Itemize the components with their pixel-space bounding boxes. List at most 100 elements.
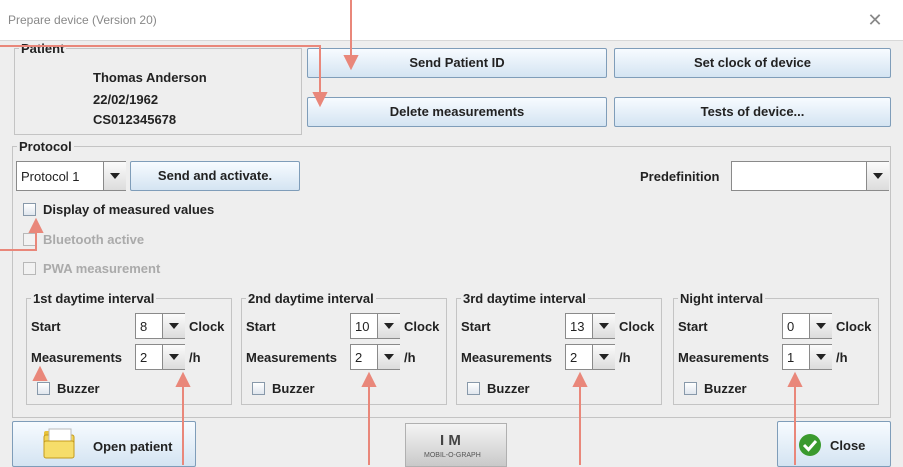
interval-start-value: 13 bbox=[570, 319, 585, 334]
chevron-down-icon bbox=[599, 354, 609, 360]
interval-measurements-select[interactable]: 2 bbox=[350, 344, 400, 370]
tests-of-device-button[interactable]: Tests of device... bbox=[614, 97, 891, 127]
interval-unit-label: /h bbox=[404, 350, 416, 365]
interval-measurements-value: 2 bbox=[140, 350, 148, 365]
chevron-down-icon bbox=[599, 323, 609, 329]
close-icon: ✕ bbox=[867, 10, 883, 30]
interval-clock-label: Clock bbox=[836, 319, 872, 334]
interval-buzzer-label: Buzzer bbox=[272, 381, 315, 396]
interval-title: 1st daytime interval bbox=[31, 291, 157, 306]
interval-measurements-label: Measurements bbox=[678, 350, 770, 365]
interval-unit-label: /h bbox=[836, 350, 848, 365]
interval-measurements-dropdown[interactable] bbox=[809, 345, 832, 369]
interval-group: 2nd daytime interval Start 10 Clock Meas… bbox=[241, 291, 447, 405]
logo-text: I M bbox=[440, 432, 461, 449]
checkmark-icon bbox=[798, 433, 822, 457]
interval-start-label: Start bbox=[246, 319, 276, 334]
patient-id: CS012345678 bbox=[93, 112, 177, 127]
bluetooth-label: Bluetooth active bbox=[43, 232, 145, 247]
close-label: Close bbox=[830, 438, 866, 453]
interval-start-dropdown[interactable] bbox=[592, 314, 615, 338]
interval-buzzer-checkbox[interactable] bbox=[684, 382, 697, 395]
patient-group-title: Patient bbox=[19, 41, 67, 56]
set-clock-button[interactable]: Set clock of device bbox=[614, 48, 891, 78]
interval-clock-label: Clock bbox=[189, 319, 225, 334]
protocol-select[interactable]: Protocol 1 bbox=[16, 161, 126, 191]
interval-group: 3rd daytime interval Start 13 Clock Meas… bbox=[456, 291, 662, 405]
interval-clock-label: Clock bbox=[404, 319, 440, 334]
tests-of-device-label: Tests of device... bbox=[700, 104, 805, 119]
interval-measurements-select[interactable]: 2 bbox=[135, 344, 185, 370]
predefinition-dropdown-button[interactable] bbox=[866, 162, 889, 190]
interval-title: Night interval bbox=[678, 291, 766, 306]
chevron-down-icon bbox=[816, 354, 826, 360]
patient-dob: 22/02/1962 bbox=[93, 92, 159, 107]
interval-start-dropdown[interactable] bbox=[162, 314, 185, 338]
interval-unit-label: /h bbox=[189, 350, 201, 365]
display-measured-label: Display of measured values bbox=[43, 202, 215, 217]
close-button[interactable]: Close bbox=[777, 421, 891, 467]
interval-measurements-select[interactable]: 2 bbox=[565, 344, 615, 370]
interval-title: 2nd daytime interval bbox=[246, 291, 376, 306]
interval-measurements-select[interactable]: 1 bbox=[782, 344, 832, 370]
chevron-down-icon bbox=[169, 354, 179, 360]
interval-start-select[interactable]: 0 bbox=[782, 313, 832, 339]
predefinition-select[interactable] bbox=[731, 161, 889, 191]
display-measured-checkbox[interactable] bbox=[23, 203, 36, 216]
delete-measurements-button[interactable]: Delete measurements bbox=[307, 97, 607, 127]
interval-measurements-label: Measurements bbox=[461, 350, 553, 365]
interval-buzzer-checkbox[interactable] bbox=[467, 382, 480, 395]
predefinition-label: Predefinition bbox=[640, 169, 720, 184]
interval-measurements-value: 2 bbox=[570, 350, 578, 365]
bluetooth-checkbox bbox=[23, 233, 36, 246]
open-patient-button[interactable]: Open patient bbox=[12, 421, 196, 467]
interval-unit-label: /h bbox=[619, 350, 631, 365]
interval-buzzer-checkbox[interactable] bbox=[252, 382, 265, 395]
interval-start-dropdown[interactable] bbox=[377, 314, 400, 338]
patient-name: Thomas Anderson bbox=[93, 70, 207, 85]
interval-measurements-value: 1 bbox=[787, 350, 795, 365]
interval-start-value: 0 bbox=[787, 319, 795, 334]
chevron-down-icon bbox=[873, 173, 883, 179]
protocol-dropdown-button[interactable] bbox=[103, 162, 126, 190]
send-activate-button[interactable]: Send and activate. bbox=[130, 161, 300, 191]
patient-group: Patient Thomas Anderson 22/02/1962 CS012… bbox=[14, 41, 302, 135]
interval-title: 3rd daytime interval bbox=[461, 291, 588, 306]
interval-buzzer-checkbox[interactable] bbox=[37, 382, 50, 395]
interval-buzzer-label: Buzzer bbox=[57, 381, 100, 396]
interval-buzzer-label: Buzzer bbox=[704, 381, 747, 396]
send-patient-id-button[interactable]: Send Patient ID bbox=[307, 48, 607, 78]
interval-start-dropdown[interactable] bbox=[809, 314, 832, 338]
chevron-down-icon bbox=[816, 323, 826, 329]
protocol-select-value: Protocol 1 bbox=[21, 169, 80, 184]
interval-measurements-dropdown[interactable] bbox=[377, 345, 400, 369]
mobilograph-logo: I M MOBIL-O-GRAPH bbox=[405, 423, 507, 467]
interval-group: 1st daytime interval Start 8 Clock Measu… bbox=[26, 291, 232, 405]
pwa-checkbox bbox=[23, 262, 36, 275]
interval-measurements-dropdown[interactable] bbox=[162, 345, 185, 369]
interval-measurements-label: Measurements bbox=[246, 350, 338, 365]
interval-start-select[interactable]: 13 bbox=[565, 313, 615, 339]
interval-start-select[interactable]: 8 bbox=[135, 313, 185, 339]
interval-start-label: Start bbox=[31, 319, 61, 334]
interval-clock-label: Clock bbox=[619, 319, 655, 334]
interval-measurements-dropdown[interactable] bbox=[592, 345, 615, 369]
interval-measurements-value: 2 bbox=[355, 350, 363, 365]
interval-start-label: Start bbox=[678, 319, 708, 334]
window-title: Prepare device (Version 20) bbox=[8, 13, 157, 27]
chevron-down-icon bbox=[169, 323, 179, 329]
interval-start-label: Start bbox=[461, 319, 491, 334]
interval-buzzer-label: Buzzer bbox=[487, 381, 530, 396]
delete-measurements-label: Delete measurements bbox=[389, 104, 525, 119]
interval-start-select[interactable]: 10 bbox=[350, 313, 400, 339]
interval-start-value: 10 bbox=[355, 319, 370, 334]
window-close-button[interactable]: ✕ bbox=[862, 8, 888, 32]
send-patient-id-label: Send Patient ID bbox=[409, 55, 505, 70]
interval-measurements-label: Measurements bbox=[31, 350, 123, 365]
chevron-down-icon bbox=[110, 173, 120, 179]
interval-group: Night interval Start 0 Clock Measurement… bbox=[673, 291, 879, 405]
interval-start-value: 8 bbox=[140, 319, 148, 334]
pwa-label: PWA measurement bbox=[43, 261, 161, 276]
protocol-group-title: Protocol bbox=[17, 139, 74, 154]
open-patient-label: Open patient bbox=[93, 439, 173, 454]
